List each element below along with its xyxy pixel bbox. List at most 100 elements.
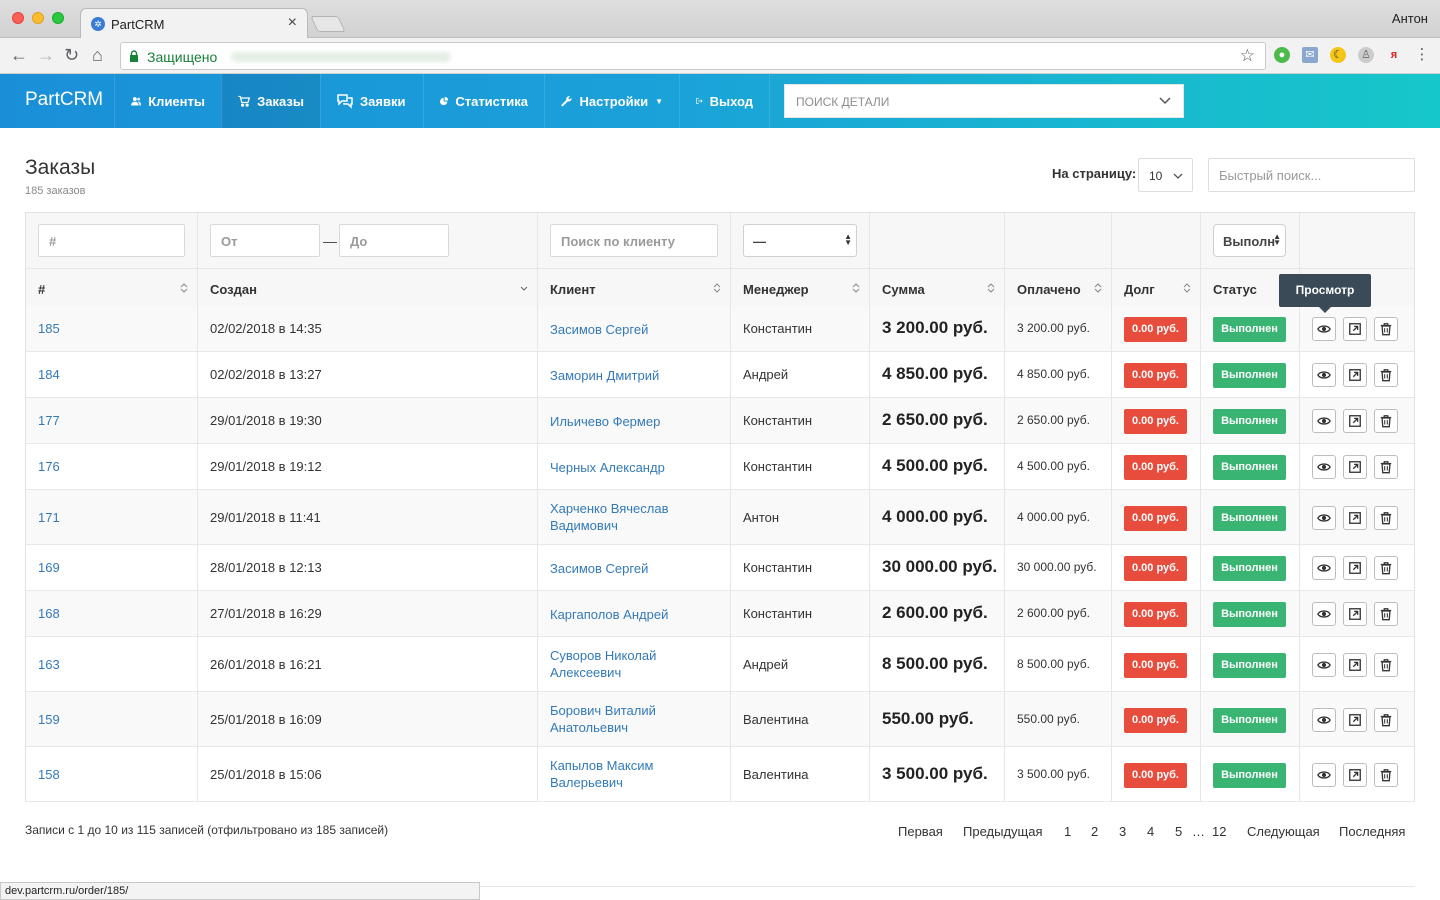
order-id-link[interactable]: 158 bbox=[38, 767, 60, 782]
per-page-select[interactable]: 10 bbox=[1138, 158, 1193, 192]
sort-icon[interactable] bbox=[987, 282, 995, 294]
delete-button[interactable] bbox=[1374, 455, 1398, 479]
client-link[interactable]: Борович Виталий Анатольевич bbox=[550, 702, 656, 736]
browser-tab[interactable]: ✲ PartCRM × bbox=[80, 8, 308, 39]
order-id-link[interactable]: 163 bbox=[38, 657, 60, 672]
order-id-link[interactable]: 159 bbox=[38, 712, 60, 727]
nav-orders[interactable]: Заказы bbox=[221, 74, 320, 128]
delete-button[interactable] bbox=[1374, 653, 1398, 677]
view-button[interactable] bbox=[1312, 409, 1336, 433]
order-id-link[interactable]: 169 bbox=[38, 560, 60, 575]
order-id-link[interactable]: 177 bbox=[38, 413, 60, 428]
client-link[interactable]: Засимов Сергей bbox=[550, 560, 648, 577]
order-id-link[interactable]: 184 bbox=[38, 367, 60, 382]
filter-client-input[interactable]: Поиск по клиенту bbox=[550, 224, 718, 257]
view-button[interactable] bbox=[1312, 602, 1336, 626]
maximize-window-button[interactable] bbox=[52, 12, 64, 24]
open-external-button[interactable] bbox=[1343, 409, 1367, 433]
filter-manager-select[interactable]: — ▲ ▼ bbox=[743, 224, 857, 257]
delete-button[interactable] bbox=[1374, 556, 1398, 580]
view-button[interactable] bbox=[1312, 506, 1336, 530]
pager-item[interactable]: Последняя bbox=[1339, 824, 1405, 839]
delete-button[interactable] bbox=[1374, 708, 1398, 732]
filter-date-from-input[interactable]: От bbox=[210, 224, 320, 257]
filter-date-to-input[interactable]: До bbox=[339, 224, 449, 257]
client-link[interactable]: Ильичево Фермер bbox=[550, 413, 660, 430]
close-window-button[interactable] bbox=[12, 12, 24, 24]
address-bar[interactable]: Защищено ☆ bbox=[120, 42, 1266, 70]
moon-extension-icon[interactable]: ☾ bbox=[1330, 47, 1346, 63]
sort-desc-icon[interactable] bbox=[520, 282, 528, 294]
sort-icon[interactable] bbox=[852, 282, 860, 294]
client-link[interactable]: Каргаполов Андрей bbox=[550, 606, 668, 623]
delete-button[interactable] bbox=[1374, 602, 1398, 626]
order-id-link[interactable]: 171 bbox=[38, 510, 60, 525]
browser-menu-icon[interactable]: ⋮ bbox=[1414, 47, 1430, 63]
mail-extension-icon[interactable]: ✉ bbox=[1302, 47, 1318, 63]
filter-status-select[interactable]: Выполн ▲ ▼ bbox=[1213, 224, 1286, 257]
back-icon[interactable]: ← bbox=[10, 44, 28, 66]
nav-requests[interactable]: Заявки bbox=[320, 74, 423, 128]
column-header-paid[interactable]: Оплачено bbox=[1017, 282, 1081, 297]
column-header-id[interactable]: # bbox=[38, 282, 45, 297]
open-external-button[interactable] bbox=[1343, 708, 1367, 732]
sort-icon[interactable] bbox=[1183, 282, 1191, 294]
delete-button[interactable] bbox=[1374, 317, 1398, 341]
client-link[interactable]: Капылов Максим Валерьевич bbox=[550, 757, 653, 791]
delete-button[interactable] bbox=[1374, 363, 1398, 387]
view-button[interactable] bbox=[1312, 363, 1336, 387]
open-external-button[interactable] bbox=[1343, 506, 1367, 530]
home-icon[interactable]: ⌂ bbox=[92, 44, 103, 66]
new-tab-button[interactable] bbox=[310, 16, 346, 32]
open-external-button[interactable] bbox=[1343, 317, 1367, 341]
open-external-button[interactable] bbox=[1343, 363, 1367, 387]
sort-icon[interactable] bbox=[713, 282, 721, 294]
client-link[interactable]: Черных Александр bbox=[550, 459, 665, 476]
pager-item[interactable]: 1 bbox=[1064, 824, 1071, 839]
client-link[interactable]: Харченко Вячеслав Вадимович bbox=[550, 500, 669, 534]
delete-button[interactable] bbox=[1374, 763, 1398, 787]
client-link[interactable]: Суворов Николай Алексеевич bbox=[550, 647, 656, 681]
detail-search-select[interactable]: ПОИСК ДЕТАЛИ bbox=[784, 84, 1184, 118]
client-link[interactable]: Заморин Дмитрий bbox=[550, 367, 659, 384]
tab-close-icon[interactable]: × bbox=[288, 14, 297, 32]
reload-icon[interactable]: ↻ bbox=[64, 44, 79, 66]
nav-logout[interactable]: Выход bbox=[679, 74, 770, 128]
pager-item[interactable]: 4 bbox=[1147, 824, 1154, 839]
nav-clients[interactable]: Клиенты bbox=[114, 74, 221, 128]
column-header-created[interactable]: Создан bbox=[210, 282, 257, 297]
nav-settings[interactable]: Настройки ▼ bbox=[544, 74, 679, 128]
quick-search-input[interactable]: Быстрый поиск... bbox=[1208, 158, 1415, 192]
client-link[interactable]: Засимов Сергей bbox=[550, 321, 648, 338]
person-extension-icon[interactable]: ♙ bbox=[1358, 47, 1374, 63]
column-header-client[interactable]: Клиент bbox=[550, 282, 596, 297]
pager-item[interactable]: 12 bbox=[1212, 824, 1226, 839]
sort-icon[interactable] bbox=[180, 282, 188, 294]
filter-id-input[interactable]: # bbox=[38, 224, 185, 257]
browser-profile-name[interactable]: Антон bbox=[1392, 11, 1428, 26]
pager-item[interactable]: Предыдущая bbox=[963, 824, 1043, 839]
pager-item[interactable]: 3 bbox=[1119, 824, 1126, 839]
view-button[interactable] bbox=[1312, 763, 1336, 787]
bookmark-star-icon[interactable]: ☆ bbox=[1240, 46, 1255, 66]
pager-item[interactable]: 5 bbox=[1175, 824, 1182, 839]
view-button[interactable] bbox=[1312, 653, 1336, 677]
open-external-button[interactable] bbox=[1343, 556, 1367, 580]
minimize-window-button[interactable] bbox=[32, 12, 44, 24]
view-button[interactable] bbox=[1312, 317, 1336, 341]
delete-button[interactable] bbox=[1374, 506, 1398, 530]
order-id-link[interactable]: 185 bbox=[38, 321, 60, 336]
sort-icon[interactable] bbox=[1094, 282, 1102, 294]
open-external-button[interactable] bbox=[1343, 653, 1367, 677]
order-id-link[interactable]: 168 bbox=[38, 606, 60, 621]
delete-button[interactable] bbox=[1374, 409, 1398, 433]
extension-green-icon[interactable]: ● bbox=[1274, 47, 1290, 63]
yandex-extension-icon[interactable]: я bbox=[1386, 47, 1402, 63]
pager-item[interactable]: 2 bbox=[1091, 824, 1098, 839]
pager-item[interactable]: Первая bbox=[898, 824, 943, 839]
column-header-manager[interactable]: Менеджер bbox=[743, 282, 809, 297]
brand-logo[interactable]: PartCRM bbox=[25, 89, 103, 111]
open-external-button[interactable] bbox=[1343, 602, 1367, 626]
nav-statistics[interactable]: Статистика bbox=[423, 74, 544, 128]
view-button[interactable] bbox=[1312, 708, 1336, 732]
